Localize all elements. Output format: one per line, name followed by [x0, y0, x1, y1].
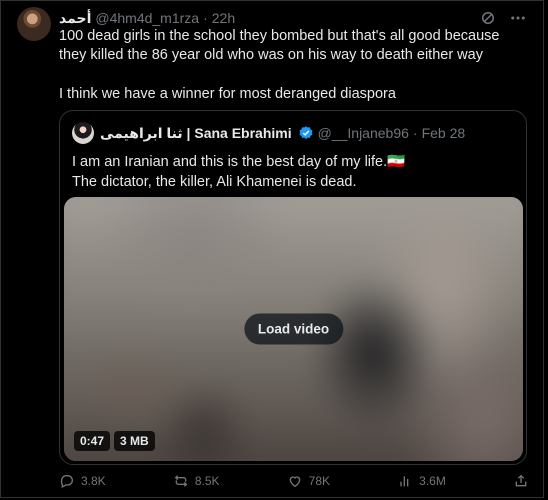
load-video-button[interactable]: Load video: [243, 313, 344, 345]
reply-button[interactable]: 3.8K: [59, 473, 106, 489]
reply-icon: [60, 475, 73, 489]
quoted-avatar[interactable]: [72, 122, 94, 144]
like-icon: [289, 476, 300, 488]
tweet-text: 100 dead girls in the school they bombed…: [59, 27, 529, 104]
share-icon: [515, 474, 527, 487]
verified-badge-icon: [299, 126, 313, 139]
grok-icon[interactable]: [479, 9, 497, 27]
video-badges: 0:47 3 MB: [74, 431, 155, 451]
tweet-paragraph: I think we have a winner for most derang…: [59, 86, 396, 102]
video-duration: 0:47: [74, 431, 111, 451]
timestamp[interactable]: 22h: [212, 10, 235, 26]
views-count: 3.6M: [419, 474, 446, 488]
tweet[interactable]: أحمد @4hm4d_m1rza · 22h 100 dead girls i…: [0, 0, 544, 498]
quoted-text: I am an Iranian and this is the best day…: [72, 152, 512, 192]
quoted-tweet[interactable]: ثنا ابراهیمی | Sana Ebrahimi @__Injaneb9…: [59, 110, 527, 465]
share-button[interactable]: [513, 473, 529, 489]
quoted-line-1: I am an Iranian and this is the best day…: [72, 152, 512, 172]
avatar[interactable]: [17, 7, 51, 41]
repost-count: 8.5K: [194, 474, 220, 488]
views-button[interactable]: 3.6M: [397, 473, 446, 489]
repost-icon: [174, 475, 188, 487]
like-count: 78K: [308, 474, 331, 488]
like-button[interactable]: 78K: [287, 473, 330, 489]
quoted-line-1-text: I am an Iranian and this is the best day…: [72, 154, 388, 170]
header-actions: [479, 9, 527, 27]
quoted-handle[interactable]: @__Injaneb96: [318, 125, 409, 141]
quoted-separator: ·: [412, 125, 418, 141]
iran-flag-icon: 🇮🇷: [387, 154, 406, 170]
views-icon: [400, 476, 409, 487]
tweet-header: أحمد @4hm4d_m1rza · 22h: [59, 9, 527, 27]
repost-button[interactable]: 8.5K: [173, 473, 220, 489]
quoted-timestamp[interactable]: Feb 28: [422, 125, 466, 141]
video-size: 3 MB: [114, 431, 155, 451]
reply-count: 3.8K: [81, 474, 106, 488]
display-name[interactable]: أحمد: [59, 10, 91, 27]
quoted-line-2: The dictator, the killer, Ali Khamenei i…: [72, 174, 357, 190]
quoted-header: ثنا ابراهیمی | Sana Ebrahimi @__Injaneb9…: [72, 122, 466, 144]
video-player[interactable]: Load video 0:47 3 MB: [64, 197, 523, 461]
tweet-paragraph: 100 dead girls in the school they bombed…: [59, 28, 500, 63]
tweet-actions: 3.8K 8.5K 78K 3.6M: [59, 469, 529, 493]
separator: ·: [203, 10, 208, 26]
more-icon[interactable]: [509, 9, 527, 27]
handle[interactable]: @4hm4d_m1rza: [95, 10, 199, 26]
quoted-display-name[interactable]: ثنا ابراهیمی | Sana Ebrahimi: [100, 125, 292, 142]
